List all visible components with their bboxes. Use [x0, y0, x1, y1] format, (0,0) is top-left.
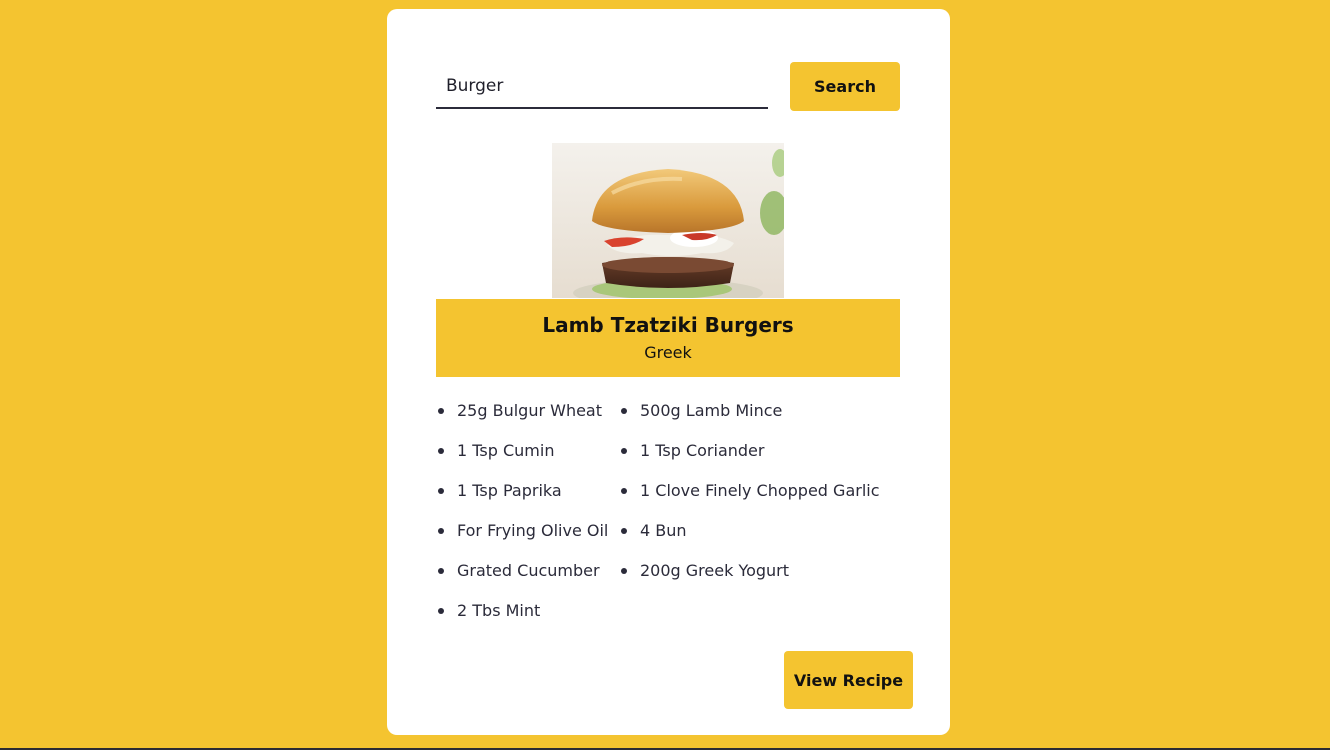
ingredient-item: 1 Tsp Paprika — [436, 478, 619, 518]
burger-photo — [552, 143, 784, 298]
ingredient-item: 1 Tsp Coriander — [619, 438, 906, 478]
ingredient-item: Grated Cucumber — [436, 558, 619, 598]
recipe-card: Search — [387, 9, 950, 735]
search-input[interactable] — [436, 65, 768, 109]
ingredient-item: 200g Greek Yogurt — [619, 558, 906, 598]
meal-title: Lamb Tzatziki Burgers — [542, 313, 794, 337]
meal-area: Greek — [644, 343, 692, 362]
ingredient-item: 25g Bulgur Wheat — [436, 398, 619, 438]
ingredient-item: 1 Tsp Cumin — [436, 438, 619, 478]
ingredient-list: 25g Bulgur Wheat 500g Lamb Mince 1 Tsp C… — [436, 398, 906, 638]
meal-header: Lamb Tzatziki Burgers Greek — [436, 299, 900, 377]
search-button[interactable]: Search — [790, 62, 900, 111]
ingredient-item: 2 Tbs Mint — [436, 598, 619, 638]
ingredient-item: 4 Bun — [619, 518, 906, 558]
ingredient-item: For Frying Olive Oil — [436, 518, 619, 558]
ingredient-item: 1 Clove Finely Chopped Garlic — [619, 478, 906, 518]
ingredient-item: 500g Lamb Mince — [619, 398, 906, 438]
view-recipe-button[interactable]: View Recipe — [784, 651, 913, 709]
meal-image — [552, 143, 784, 298]
